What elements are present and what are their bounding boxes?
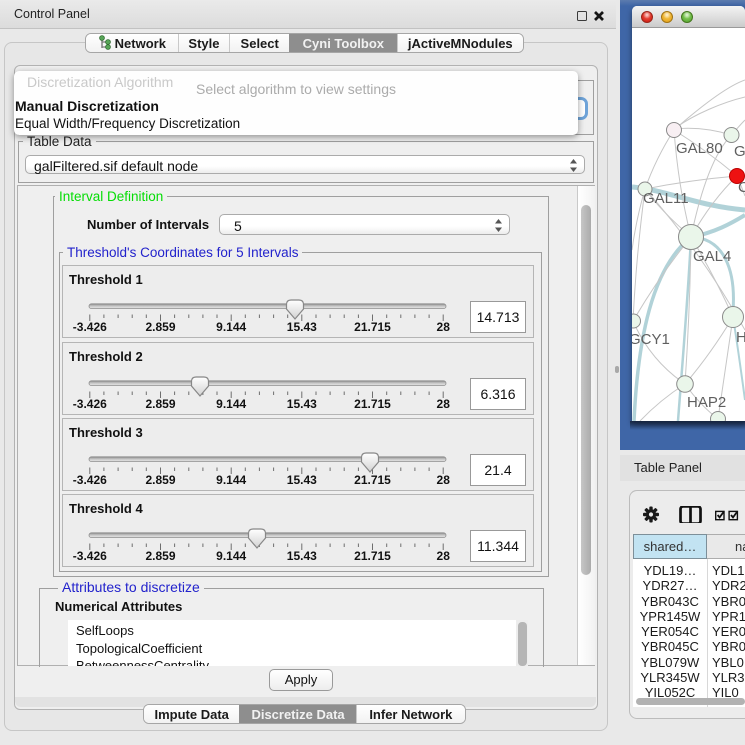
svg-text:21.715: 21.715 bbox=[354, 320, 391, 334]
svg-text:9.144: 9.144 bbox=[216, 397, 246, 411]
svg-text:15.43: 15.43 bbox=[287, 397, 317, 411]
svg-text:15.43: 15.43 bbox=[287, 320, 317, 334]
svg-text:HAP2: HAP2 bbox=[687, 394, 726, 411]
svg-text:2.859: 2.859 bbox=[145, 549, 175, 563]
svg-text:H: H bbox=[736, 329, 745, 346]
svg-text:9.144: 9.144 bbox=[216, 473, 246, 487]
svg-text:2.859: 2.859 bbox=[145, 397, 175, 411]
svg-text:9.144: 9.144 bbox=[216, 320, 246, 334]
svg-text:GA: GA bbox=[734, 143, 745, 160]
svg-text:GAL11: GAL11 bbox=[643, 190, 689, 207]
svg-text:2.859: 2.859 bbox=[145, 320, 175, 334]
svg-text:28: 28 bbox=[437, 473, 451, 487]
svg-text:28: 28 bbox=[437, 397, 451, 411]
svg-text:-3.426: -3.426 bbox=[73, 320, 107, 334]
svg-text:GCY1: GCY1 bbox=[632, 331, 670, 348]
svg-text:GAL80: GAL80 bbox=[676, 140, 723, 157]
svg-text:21.715: 21.715 bbox=[354, 473, 391, 487]
svg-text:21.715: 21.715 bbox=[354, 397, 391, 411]
svg-text:15.43: 15.43 bbox=[287, 473, 317, 487]
svg-text:C: C bbox=[738, 179, 745, 196]
svg-text:15.43: 15.43 bbox=[287, 549, 317, 563]
svg-text:21.715: 21.715 bbox=[354, 549, 391, 563]
svg-text:28: 28 bbox=[437, 320, 451, 334]
svg-text:-3.426: -3.426 bbox=[73, 397, 107, 411]
svg-text:-3.426: -3.426 bbox=[73, 549, 107, 563]
svg-text:2.859: 2.859 bbox=[145, 473, 175, 487]
svg-text:GAL4: GAL4 bbox=[693, 248, 731, 265]
svg-text:-3.426: -3.426 bbox=[73, 473, 107, 487]
svg-text:9.144: 9.144 bbox=[216, 549, 246, 563]
svg-text:28: 28 bbox=[437, 549, 451, 563]
